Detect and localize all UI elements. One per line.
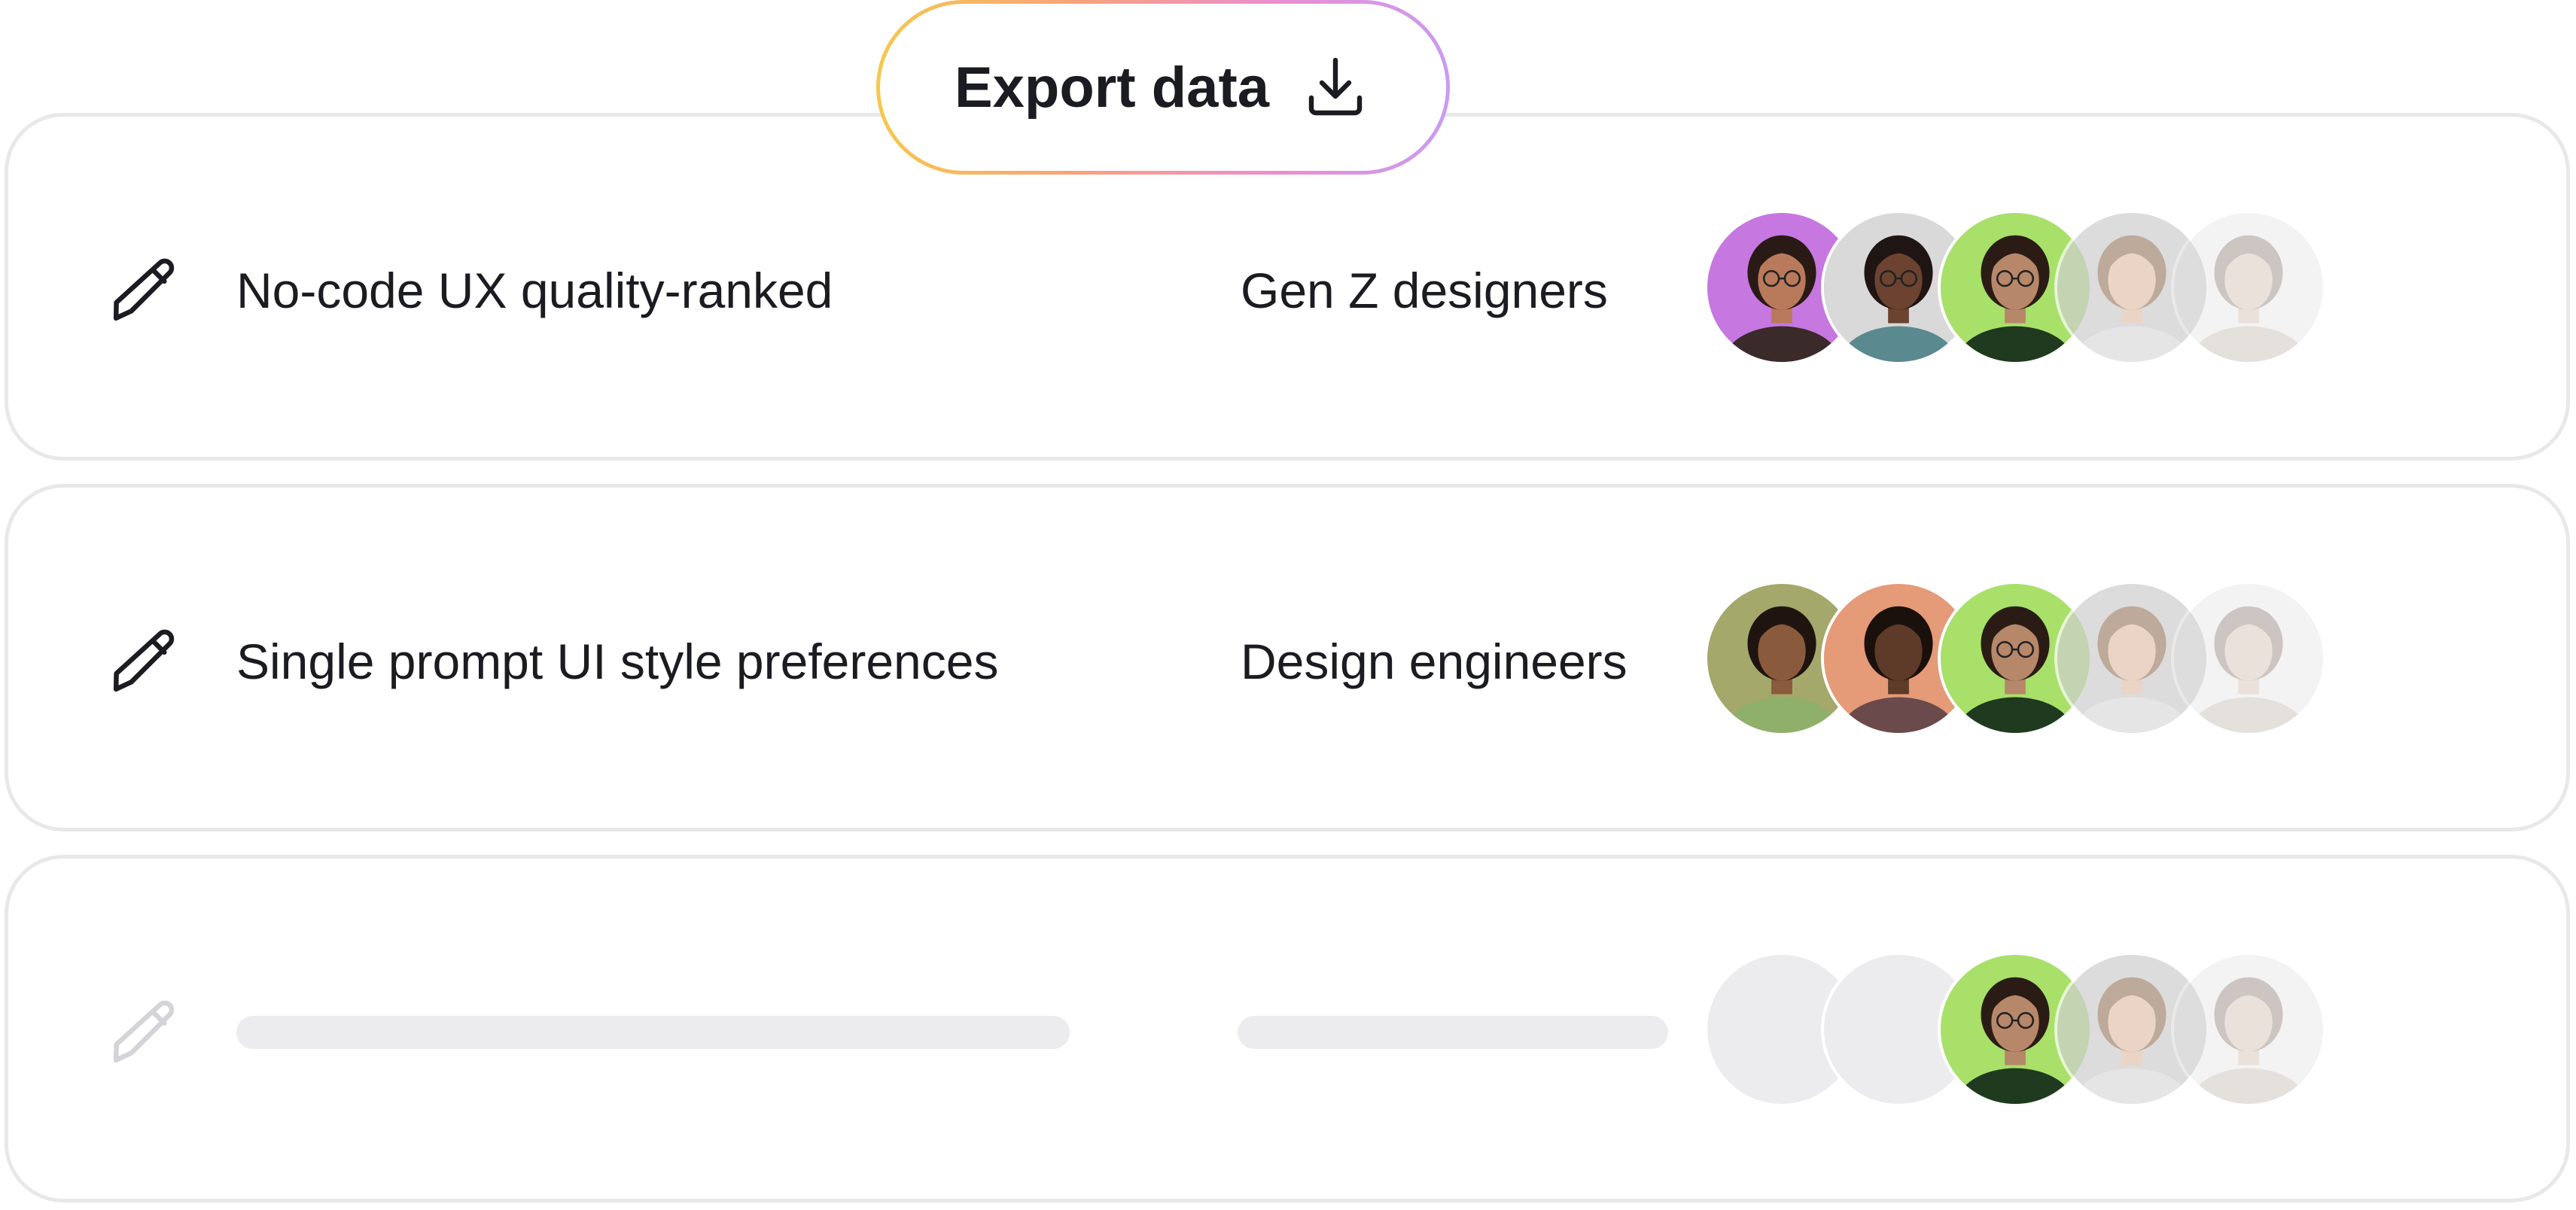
avatar (2171, 210, 2326, 365)
download-icon (1299, 51, 1372, 123)
study-row[interactable]: Single prompt UI style preferences Desig… (5, 484, 2570, 831)
audience-label: Gen Z designers (1241, 263, 1608, 318)
avatar (2171, 581, 2326, 736)
pencil-icon[interactable] (105, 251, 183, 330)
pencil-icon[interactable] (105, 622, 183, 701)
audience-label: Design engineers (1241, 634, 1628, 689)
study-title: Single prompt UI style preferences (236, 634, 999, 689)
avatar-group (1704, 210, 2326, 369)
export-data-label: Export data (954, 55, 1270, 120)
avatar (2171, 952, 2326, 1107)
study-row-loading (5, 855, 2570, 1202)
export-data-button[interactable]: Export data (876, 0, 1450, 175)
title-skeleton (236, 1016, 1070, 1049)
study-title: No-code UX quality-ranked (236, 263, 833, 318)
avatar-group (1704, 952, 2326, 1111)
avatar-group (1704, 581, 2326, 740)
pencil-icon (105, 993, 183, 1072)
audience-skeleton (1238, 1016, 1668, 1049)
export-data-button-inner[interactable]: Export data (880, 4, 1446, 171)
